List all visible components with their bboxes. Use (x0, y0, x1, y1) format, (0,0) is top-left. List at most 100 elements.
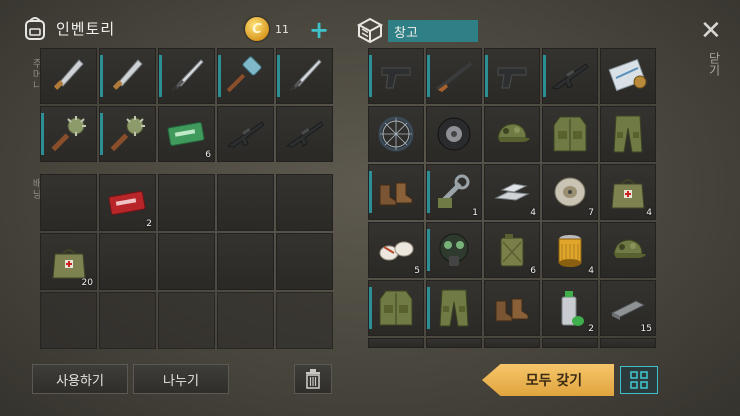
empty-slot[interactable] (158, 233, 215, 290)
item-slot[interactable] (368, 48, 424, 104)
empty-slot[interactable] (276, 292, 333, 349)
item-slot[interactable] (600, 48, 656, 104)
item-slot[interactable]: 6 (158, 106, 215, 162)
item-slot[interactable]: 7 (542, 164, 598, 220)
item-slot[interactable] (484, 280, 540, 336)
durability-bar (277, 55, 280, 97)
item-slot[interactable] (217, 106, 274, 162)
item-slot[interactable]: 4 (484, 164, 540, 220)
close-label: 닫기 (707, 52, 721, 76)
item-slot[interactable] (484, 48, 540, 104)
empty-slot[interactable] (99, 292, 156, 349)
coin-icon: C (245, 17, 269, 41)
item-slot[interactable]: 4 (542, 222, 598, 278)
durability-bar (100, 55, 103, 97)
equipped-grid: 6 (40, 48, 333, 162)
empty-slot[interactable] (99, 233, 156, 290)
item-slot[interactable] (158, 48, 215, 104)
durability-bar (41, 113, 44, 155)
item-count: 6 (530, 266, 536, 276)
partial-slot[interactable] (600, 338, 656, 348)
grid-view-toggle[interactable] (620, 366, 658, 394)
durability-bar (427, 229, 430, 271)
item-slot[interactable] (600, 106, 656, 162)
durability-bar (369, 171, 372, 213)
item-count: 1 (472, 208, 478, 218)
item-slot[interactable] (426, 106, 482, 162)
empty-slot[interactable] (217, 292, 274, 349)
item-count: 5 (414, 266, 420, 276)
item-slot[interactable] (40, 48, 97, 104)
backpack-icon (25, 17, 45, 40)
durability-bar (369, 55, 372, 97)
item-count: 2 (146, 219, 152, 229)
empty-slot[interactable] (40, 292, 97, 349)
empty-slot[interactable] (158, 292, 215, 349)
storage-title: 창고 (388, 20, 478, 42)
item-slot[interactable]: 15 (600, 280, 656, 336)
durability-bar (427, 171, 430, 213)
storage-box-icon (356, 17, 384, 44)
item-slot[interactable]: 2 (542, 280, 598, 336)
item-slot[interactable] (99, 106, 156, 162)
partial-slot[interactable] (368, 338, 424, 348)
durability-bar (427, 55, 430, 97)
item-slot[interactable] (276, 106, 333, 162)
durability-bar (100, 113, 103, 155)
empty-slot[interactable] (217, 233, 274, 290)
partial-slot[interactable] (542, 338, 598, 348)
item-slot[interactable] (217, 48, 274, 104)
item-count: 2 (588, 324, 594, 334)
item-count: 4 (588, 266, 594, 276)
split-button[interactable]: 나누기 (133, 364, 229, 394)
empty-slot[interactable] (276, 233, 333, 290)
empty-slot[interactable] (217, 174, 274, 231)
item-slot[interactable] (368, 106, 424, 162)
inventory-header: 인벤토리 (24, 15, 115, 41)
item-count: 20 (81, 278, 93, 288)
item-slot[interactable]: 5 (368, 222, 424, 278)
empty-slot[interactable] (158, 174, 215, 231)
use-button[interactable]: 사용하기 (32, 364, 128, 394)
item-slot[interactable]: 1 (426, 164, 482, 220)
item-slot[interactable] (426, 222, 482, 278)
empty-slot[interactable] (40, 174, 97, 231)
item-slot[interactable] (600, 222, 656, 278)
partial-slot[interactable] (484, 338, 540, 348)
item-slot[interactable] (426, 280, 482, 336)
item-count: 15 (640, 324, 652, 334)
item-slot[interactable]: 4 (600, 164, 656, 220)
inventory-title: 인벤토리 (56, 19, 116, 38)
item-slot[interactable] (99, 48, 156, 104)
durability-bar (543, 55, 546, 97)
trash-button[interactable] (294, 364, 332, 394)
close-button[interactable]: ✕ (700, 18, 722, 44)
durability-bar (369, 287, 372, 329)
item-slot[interactable]: 6 (484, 222, 540, 278)
trash-icon (306, 369, 320, 389)
item-slot[interactable] (426, 48, 482, 104)
coin-count: 11 (275, 22, 289, 36)
add-coins-button[interactable]: + (309, 18, 329, 42)
item-count: 6 (205, 150, 211, 160)
item-count: 4 (530, 208, 536, 218)
item-slot[interactable] (484, 106, 540, 162)
grid-view-icon (630, 371, 648, 389)
empty-slot[interactable] (276, 174, 333, 231)
item-slot[interactable] (542, 48, 598, 104)
item-count: 7 (588, 208, 594, 218)
storage-grid: 1 4 7 4 5 6 4 2 15 (368, 48, 656, 348)
item-slot[interactable] (368, 164, 424, 220)
item-slot[interactable] (542, 106, 598, 162)
durability-bar (427, 287, 430, 329)
item-slot[interactable] (40, 106, 97, 162)
take-all-button[interactable]: 모두 갖기 (482, 364, 614, 396)
partial-slot[interactable] (426, 338, 482, 348)
item-slot[interactable]: 2 (99, 174, 156, 231)
durability-bar (218, 55, 221, 97)
item-slot[interactable]: 20 (40, 233, 97, 290)
durability-bar (485, 55, 488, 97)
item-slot[interactable] (368, 280, 424, 336)
item-slot[interactable] (276, 48, 333, 104)
item-count: 4 (646, 208, 652, 218)
